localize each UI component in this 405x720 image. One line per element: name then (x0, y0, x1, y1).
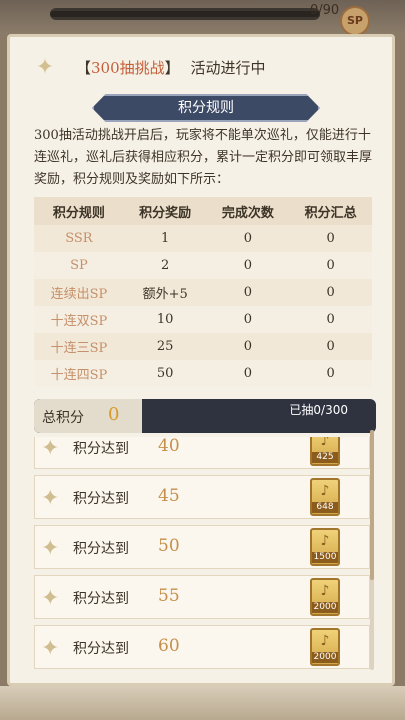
sparkle-icon: ✦ (41, 636, 60, 661)
table-cell: 0 (326, 285, 335, 300)
score-table: 积分规则 积分奖励 完成次数 积分汇总 SSR 1 0 0 SP 2 0 0 连… (34, 197, 372, 387)
reward-threshold: 50 (158, 536, 180, 556)
sparkle-icon: ✦ (41, 536, 60, 561)
score-rules-panel: ✦ 【300抽挑战】 活动进行中 积分规则 300抽活动挑战开启后，玩家将不能单… (7, 34, 395, 686)
reward-threshold: 40 (158, 437, 180, 456)
gold-card-icon[interactable]: ♪ 2000 (310, 628, 340, 666)
table-header: 完成次数 (206, 197, 290, 225)
table-header: 积分汇总 (289, 197, 372, 225)
rules-text: 300抽活动挑战开启后，玩家将不能单次巡礼，仅能进行十连巡礼，巡礼后获得相应积分… (34, 128, 373, 187)
sparkle-icon: ✦ (41, 586, 60, 611)
table-row: 十连三SP 25 0 0 (34, 333, 372, 360)
table-cell: 额外+5 (142, 287, 188, 302)
reward-row[interactable]: ✦ 积分达到 60 ♪ 2000 (34, 625, 370, 669)
reward-threshold: 60 (158, 636, 180, 656)
table-cell: 0 (326, 339, 335, 354)
reward-label: 积分达到 (73, 541, 129, 557)
background-progress-bar (50, 8, 320, 20)
table-cell: 1 (161, 231, 170, 246)
table-cell: 25 (156, 339, 174, 354)
background-counter: 0/90 (310, 3, 340, 18)
table-cell: 0 (243, 285, 253, 300)
background-footer (0, 686, 405, 720)
title-highlight: 300抽挑战 (91, 59, 165, 77)
reward-row[interactable]: ✦ 积分达到 40 ♪ 425 (34, 437, 370, 469)
reward-label: 积分达到 (73, 441, 129, 457)
reward-row[interactable]: ✦ 积分达到 50 ♪ 1500 (34, 525, 370, 569)
table-cell: 连续出SP (50, 287, 108, 302)
table-cell: SSR (65, 231, 93, 246)
reward-row[interactable]: ✦ 积分达到 55 ♪ 2000 (34, 575, 370, 619)
reward-label: 积分达到 (73, 591, 129, 607)
table-cell: 0 (289, 306, 372, 333)
table-cell: 0 (326, 231, 335, 246)
table-cell: 0 (289, 252, 372, 279)
table-cell: 0 (206, 306, 290, 333)
total-score-label: 总积分 (42, 410, 84, 426)
table-cell: SP (34, 252, 124, 279)
reward-list-scrollbar[interactable] (370, 430, 374, 670)
table-cell: 0 (243, 339, 253, 354)
table-header-row: 积分规则 积分奖励 完成次数 积分汇总 (34, 197, 372, 225)
sp-badge-icon[interactable]: SP (340, 6, 370, 36)
table-row: 十连四SP 50 0 0 (34, 360, 372, 387)
sparkle-icon: ✦ (41, 486, 60, 511)
draw-progress-text: 已抽0/300 (289, 403, 348, 417)
gold-card-icon[interactable]: ♪ 2000 (310, 578, 340, 616)
table-row: 十连双SP 10 0 0 (34, 306, 372, 333)
rules-banner: 积分规则 (92, 94, 320, 122)
table-cell: 十连双SP (34, 306, 124, 333)
total-score-value: 0 (108, 404, 120, 425)
table-cell: 0 (243, 231, 253, 246)
total-score-bar: 总积分 0 已抽0/300 (34, 399, 376, 433)
table-row: SSR 1 0 0 (34, 225, 372, 252)
gold-card-icon[interactable]: ♪ 425 (310, 437, 340, 466)
table-cell: 0 (206, 360, 290, 387)
table-header: 积分奖励 (123, 197, 207, 225)
table-cell: 10 (123, 306, 207, 333)
reward-threshold: 45 (158, 486, 180, 506)
table-row: SP 2 0 0 (34, 252, 372, 279)
table-cell: 50 (123, 360, 207, 387)
reward-row[interactable]: ✦ 积分达到 45 ♪ 648 (34, 475, 370, 519)
reward-label: 积分达到 (73, 641, 129, 657)
table-header: 积分规则 (34, 197, 124, 225)
gold-card-icon[interactable]: ♪ 648 (310, 478, 340, 516)
reward-list[interactable]: ✦ 积分达到 40 ♪ 425 ✦ 积分达到 45 ♪ 648 ✦ 积分达到 50 … (34, 437, 370, 689)
background-header: 0/90 SP (0, 0, 405, 36)
table-cell: 十连三SP (50, 341, 108, 356)
sparkle-icon: ✦ (35, 55, 55, 80)
table-cell: 2 (123, 252, 207, 279)
event-status: 活动进行中 (190, 59, 266, 77)
sparkle-icon: ✦ (41, 437, 60, 461)
table-row: 连续出SP 额外+5 0 0 (34, 279, 372, 306)
reward-threshold: 55 (158, 586, 180, 606)
reward-label: 积分达到 (73, 491, 129, 507)
table-cell: 0 (289, 360, 372, 387)
table-cell: 十连四SP (34, 360, 124, 387)
table-cell: 0 (206, 252, 290, 279)
panel-title: 【300抽挑战】 活动进行中 (76, 59, 266, 77)
gold-card-icon[interactable]: ♪ 1500 (310, 528, 340, 566)
